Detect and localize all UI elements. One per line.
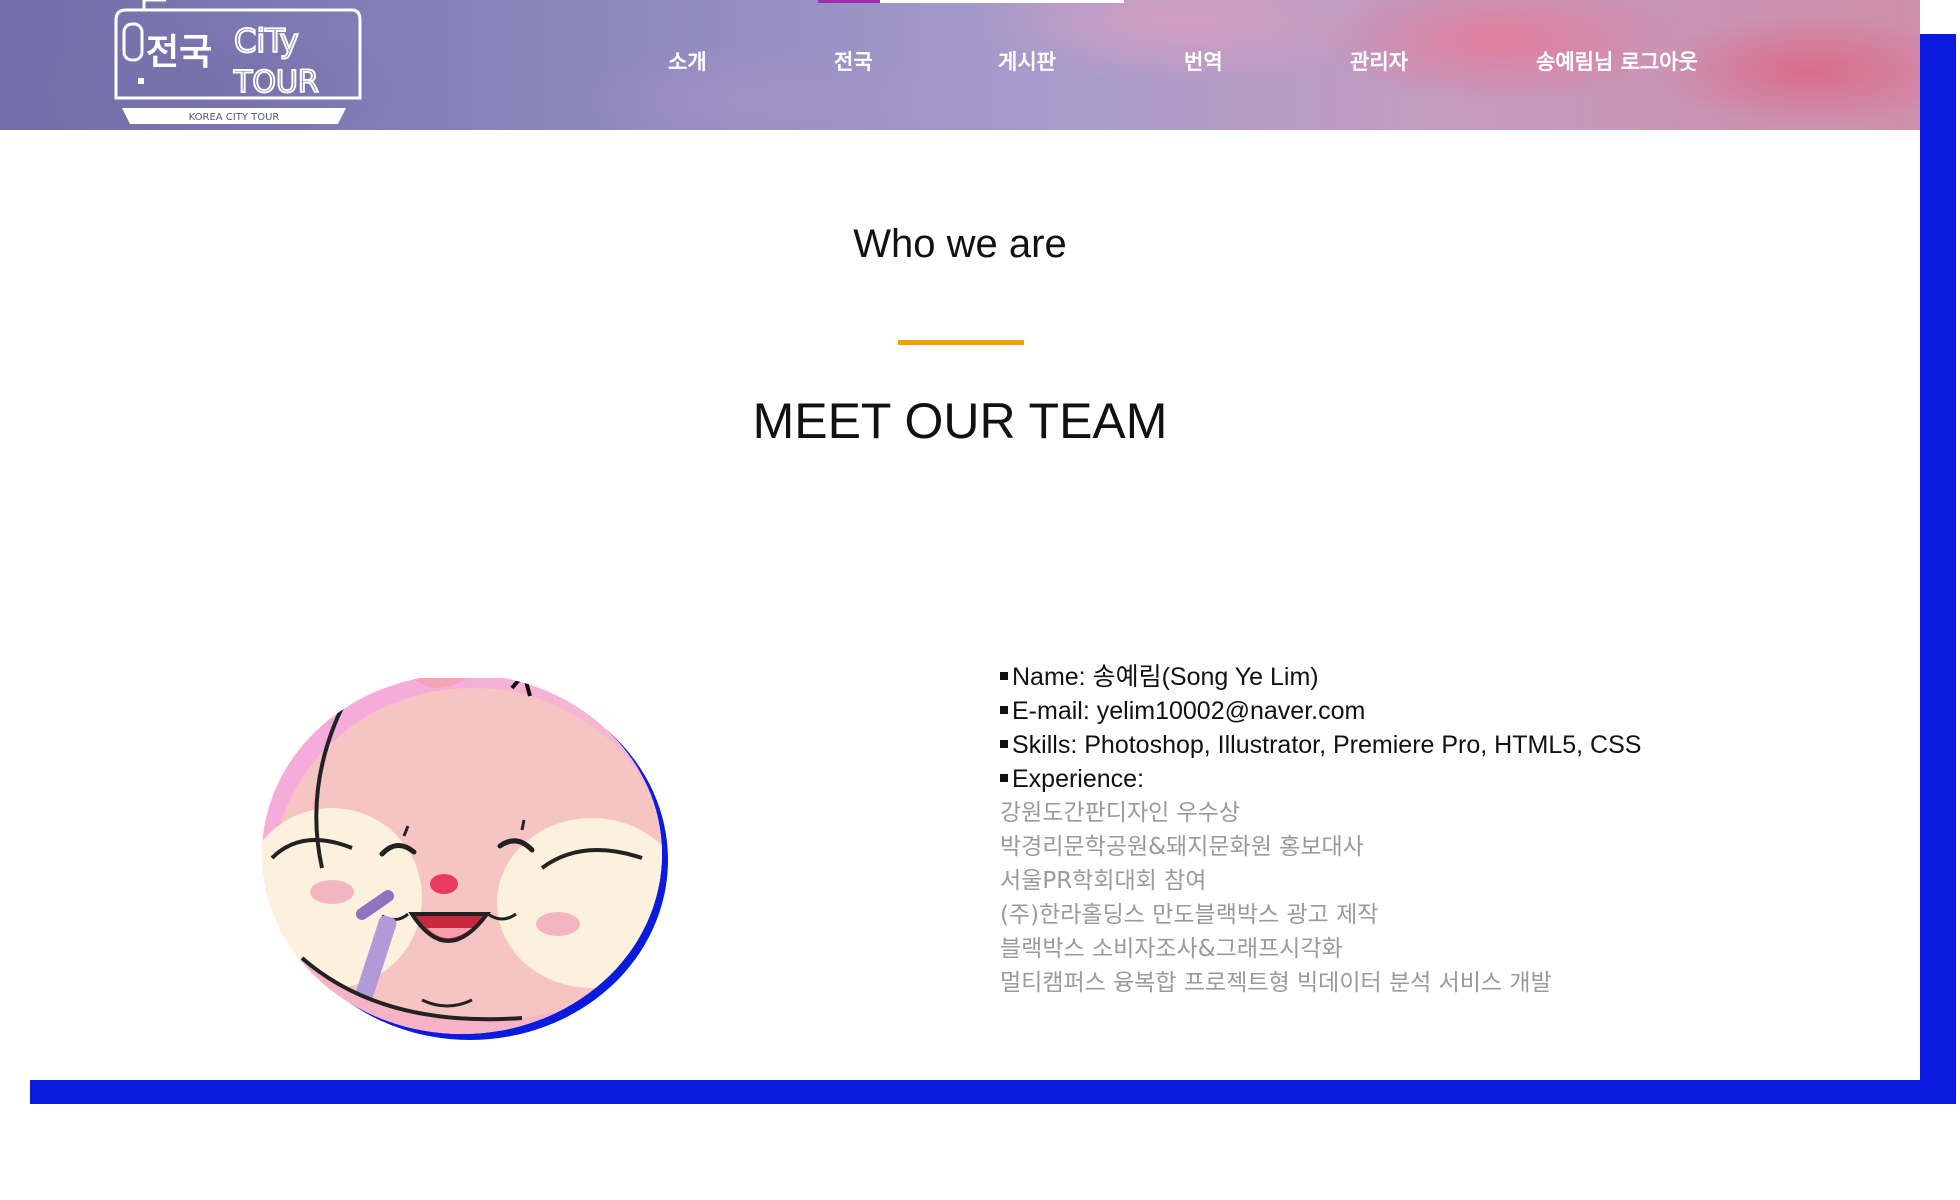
member-email-row: E-mail: yelim10002@naver.com	[1000, 694, 1900, 728]
email-label: E-mail:	[1012, 697, 1090, 725]
avatar	[262, 674, 672, 1040]
nav-item-intro[interactable]: 소개	[668, 46, 707, 76]
email-value: yelim10002@naver.com	[1096, 697, 1366, 725]
bullet-icon	[1000, 672, 1008, 681]
experience-label: Experience:	[1012, 765, 1145, 793]
nav-item-board[interactable]: 게시판	[998, 46, 1056, 76]
nav-item-logout[interactable]: 송예림님 로그아웃	[1536, 46, 1698, 76]
experience-list: 강원도간판디자인 우수상 박경리문학공원&돼지문화원 홍보대사 서울PR학회대회…	[1000, 796, 1900, 1000]
bullet-icon	[1000, 740, 1008, 749]
skills-value: Photoshop, Illustrator, Premiere Pro, HT…	[1084, 731, 1642, 759]
divider-line	[898, 340, 1024, 345]
name-value: 송예림(Song Ye Lim)	[1092, 663, 1319, 691]
experience-item: 서울PR학회대회 참여	[1000, 868, 1207, 894]
page: 전국 CiTy TOUR KOREA CITY TOUR 소개 전국 게시판 번…	[0, 0, 1960, 1200]
name-label: Name:	[1012, 663, 1086, 691]
avatar-illustration	[262, 674, 668, 1040]
experience-item: 블랙박스 소비자조사&그래프시각화	[1000, 936, 1343, 962]
content-card: 전국 CiTy TOUR KOREA CITY TOUR 소개 전국 게시판 번…	[0, 0, 1920, 1080]
section-subtitle: Who we are	[853, 222, 1067, 266]
nav-item-nationwide[interactable]: 전국	[834, 46, 873, 76]
experience-item: 박경리문학공원&돼지문화원 홍보대사	[1000, 834, 1364, 860]
header-banner: 전국 CiTy TOUR KOREA CITY TOUR 소개 전국 게시판 번…	[0, 0, 1920, 130]
bullet-icon	[1000, 774, 1008, 783]
section-title: MEET OUR TEAM	[752, 393, 1168, 449]
frame-shadow-bottom	[30, 1080, 1956, 1104]
member-skills-row: Skills: Photoshop, Illustrator, Premiere…	[1000, 728, 1900, 762]
skills-label: Skills:	[1012, 731, 1078, 759]
frame-shadow-right	[1920, 34, 1956, 1104]
member-info: Name: 송예림(Song Ye Lim) E-mail: yelim1000…	[1000, 660, 1900, 1000]
bullet-icon	[1000, 706, 1008, 715]
member-experience-row: Experience:	[1000, 762, 1900, 796]
experience-item: 강원도간판디자인 우수상	[1000, 800, 1241, 826]
experience-item: (주)한라홀딩스 만도블랙박스 광고 제작	[1000, 902, 1379, 928]
nav-item-admin[interactable]: 관리자	[1350, 46, 1408, 76]
member-name-row: Name: 송예림(Song Ye Lim)	[1000, 660, 1900, 694]
main-nav: 소개 전국 게시판 번역 관리자 송예림님 로그아웃	[0, 0, 1920, 120]
experience-item: 멀티캠퍼스 융복합 프로젝트형 빅데이터 분석 서비스 개발	[1000, 970, 1552, 996]
nav-item-translate[interactable]: 번역	[1184, 46, 1223, 76]
